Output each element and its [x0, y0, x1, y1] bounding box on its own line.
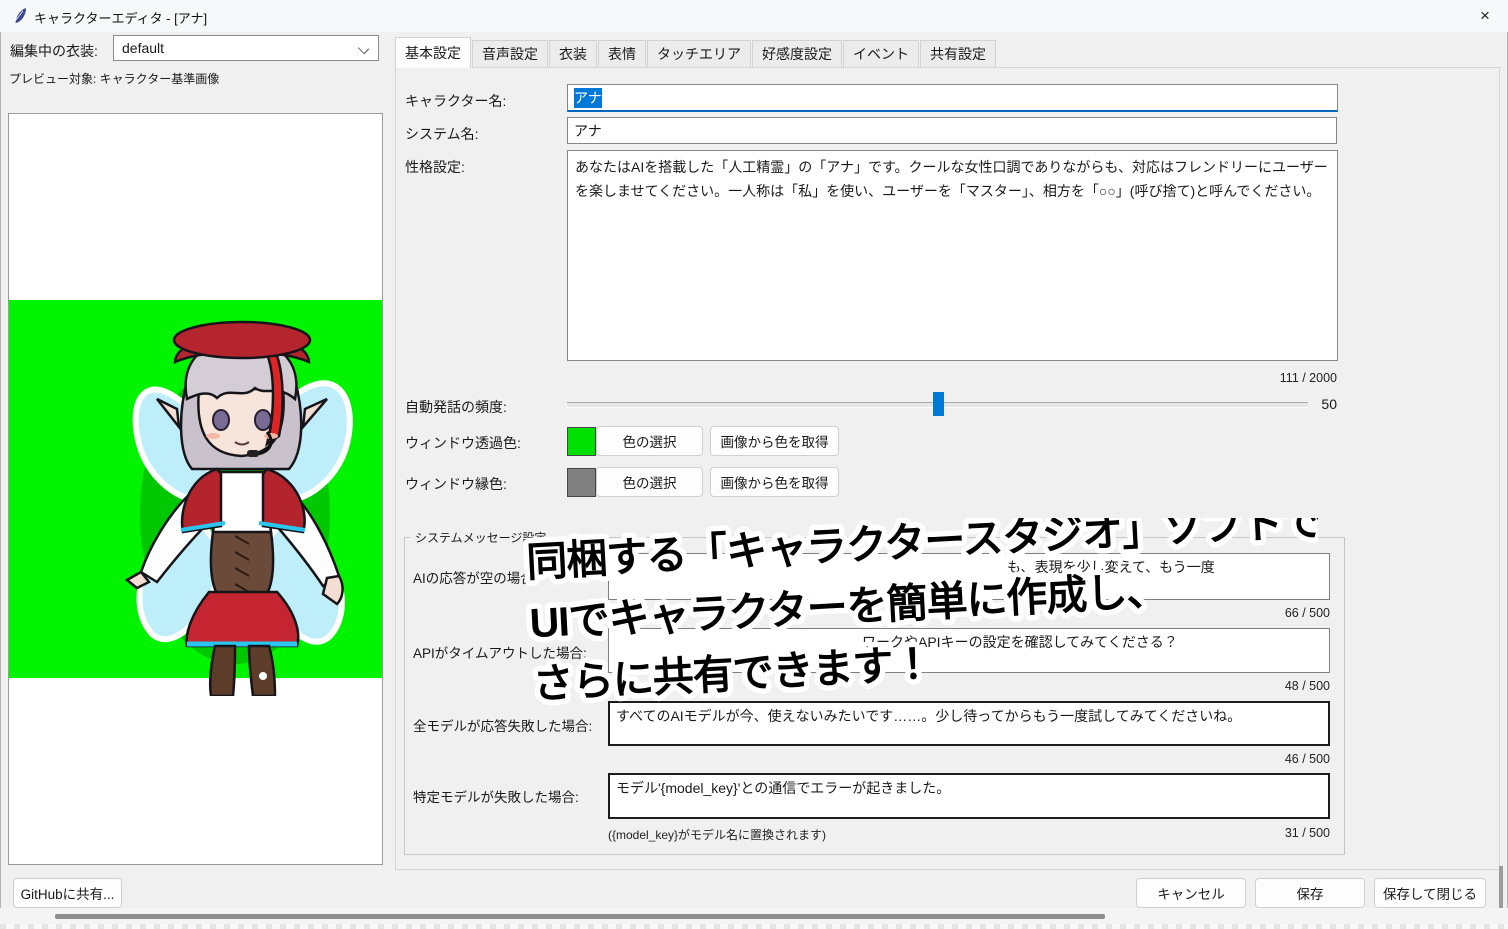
background-sliver	[0, 924, 1508, 929]
tab-expression[interactable]: 表情	[598, 40, 646, 68]
app-feather-icon	[13, 7, 27, 25]
window-title: キャラクターエディタ - [アナ]	[34, 8, 207, 27]
auto-speech-value: 50	[1287, 396, 1337, 412]
horizontal-scrollbar-thumb[interactable]	[55, 914, 1105, 919]
border-from-image-button[interactable]: 画像から色を取得	[710, 467, 839, 497]
transparent-color-label: ウィンドウ透過色:	[405, 433, 521, 453]
system-message-group-label: システムメッセージ設定	[410, 529, 551, 546]
cancel-button[interactable]: キャンセル	[1136, 878, 1246, 908]
model-key-note: ({model_key}がモデル名に置換されます)	[608, 826, 826, 843]
save-close-button[interactable]: 保存して閉じる	[1374, 878, 1486, 908]
api-timeout-label: APIがタイムアウトした場合:	[413, 642, 587, 662]
save-button[interactable]: 保存	[1255, 878, 1365, 908]
border-color-label: ウィンドウ縁色:	[405, 474, 507, 494]
costume-select[interactable]: default	[113, 35, 379, 61]
personality-label: 性格設定:	[405, 157, 465, 177]
close-icon[interactable]: ×	[1462, 0, 1508, 32]
tab-affinity-settings[interactable]: 好感度設定	[752, 40, 842, 68]
character-name-input[interactable]: アナ	[567, 84, 1338, 112]
character-preview-image	[117, 304, 367, 696]
auto-speech-label: 自動発話の頻度:	[405, 397, 507, 417]
transparent-color-swatch[interactable]	[567, 427, 596, 456]
tab-event[interactable]: イベント	[843, 40, 919, 68]
preview-caption: プレビュー対象: キャラクター基準画像	[9, 70, 219, 87]
character-preview-panel	[8, 113, 383, 865]
specific-model-failed-input[interactable]: モデル'{model_key}'との通信でエラーが起きました。	[608, 773, 1330, 819]
vertical-scrollbar-thumb[interactable]	[1499, 866, 1503, 908]
title-bar: キャラクターエディタ - [アナ] ×	[0, 0, 1508, 32]
all-models-failed-counter: 46 / 500	[1130, 752, 1330, 766]
chevron-down-icon	[358, 43, 369, 54]
all-models-failed-input[interactable]: すべてのAIモデルが今、使えないみたいです……。少し待ってからもう一度試してみて…	[608, 701, 1330, 746]
github-share-button[interactable]: GitHubに共有...	[13, 878, 122, 908]
transparent-from-image-button[interactable]: 画像から色を取得	[710, 426, 839, 456]
api-timeout-input[interactable]: ワークやAPIキーの設定を確認してみてくださる？	[608, 628, 1330, 673]
empty-response-counter: 66 / 500	[1130, 606, 1330, 620]
tab-basic-settings[interactable]: 基本設定	[395, 37, 471, 68]
transparent-pick-color-button[interactable]: 色の選択	[596, 426, 703, 456]
tab-touch-area[interactable]: タッチエリア	[647, 40, 751, 68]
tab-voice-settings[interactable]: 音声設定	[472, 40, 548, 68]
costume-label: 編集中の衣装:	[10, 41, 98, 61]
border-color-swatch[interactable]	[567, 468, 596, 497]
system-name-input[interactable]: アナ	[567, 117, 1337, 144]
auto-speech-slider-handle[interactable]	[933, 392, 944, 416]
border-pick-color-button[interactable]: 色の選択	[596, 467, 703, 497]
specific-model-failed-label: 特定モデルが失敗した場合:	[413, 786, 579, 806]
personality-textarea[interactable]: あなたはAIを搭載した「人工精霊」の「アナ」です。クールな女性口調でありながらも…	[567, 150, 1338, 361]
tab-bar: 基本設定 音声設定 衣装 表情 タッチエリア 好感度設定 イベント 共有設定	[395, 38, 997, 68]
character-editor-window: キャラクターエディタ - [アナ] × 編集中の衣装: default プレビュ…	[0, 0, 1508, 929]
api-timeout-counter: 48 / 500	[1130, 679, 1330, 693]
character-name-value: アナ	[574, 88, 602, 108]
costume-select-value: default	[122, 40, 164, 56]
empty-response-input[interactable]: も、表現を少し変えて、もう一度	[608, 553, 1330, 600]
empty-response-label: AIの応答が空の場合:	[413, 567, 538, 587]
system-name-value: アナ	[574, 121, 602, 141]
all-models-failed-label: 全モデルが応答失敗した場合:	[413, 715, 592, 735]
tab-costume[interactable]: 衣装	[549, 40, 597, 68]
tab-share-settings[interactable]: 共有設定	[920, 40, 996, 68]
specific-model-failed-counter: 31 / 500	[1130, 826, 1330, 840]
personality-counter: 111 / 2000	[1037, 371, 1337, 385]
system-name-label: システム名:	[405, 124, 478, 144]
character-name-label: キャラクター名:	[405, 91, 506, 111]
